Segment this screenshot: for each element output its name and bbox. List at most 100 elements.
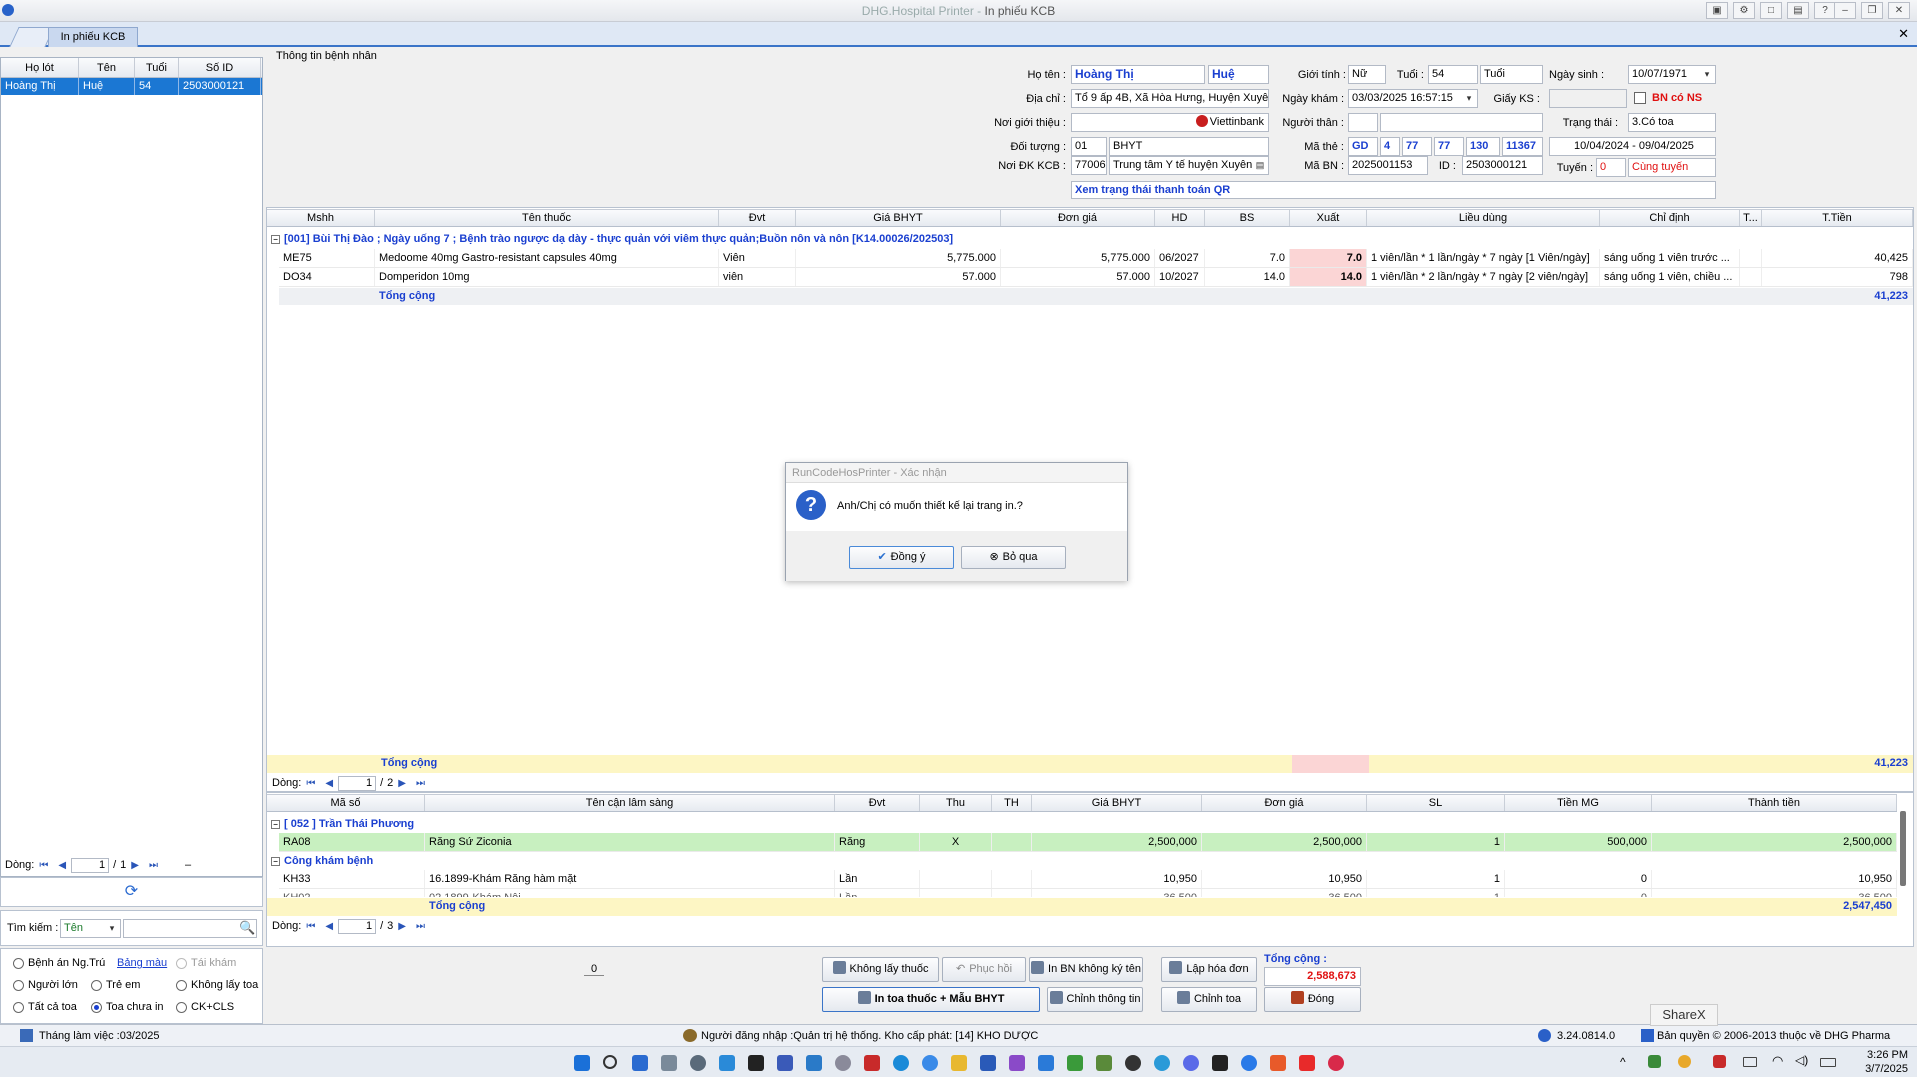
volume-icon[interactable]: ◁) — [1795, 1053, 1808, 1067]
cls-row[interactable]: KH33 16.1899-Khám Răng hàm mặt Lần 10,95… — [279, 870, 1897, 889]
doi-tuong-field[interactable]: BHYT — [1109, 137, 1269, 156]
task-app-icon[interactable] — [661, 1055, 677, 1071]
trang-thai-field[interactable]: 3.Có toa — [1628, 113, 1716, 132]
folder-icon[interactable] — [951, 1055, 967, 1071]
in-toa-thuoc-button[interactable]: In toa thuốc + Mẫu BHYT — [822, 987, 1040, 1012]
id-field[interactable]: 2503000121 — [1462, 156, 1543, 175]
color-legend-link[interactable]: Bảng màu — [117, 957, 167, 969]
last-page-icon[interactable]: ⏭ — [149, 860, 158, 871]
search-by-select[interactable]: Tên ▾ — [60, 919, 121, 938]
task-app-icon[interactable] — [1096, 1055, 1112, 1071]
radio-tat-ca-toa[interactable]: Tất cả toa — [13, 1001, 77, 1013]
task-app-icon[interactable] — [1212, 1055, 1228, 1071]
youtube-icon[interactable] — [1299, 1055, 1315, 1071]
cancel-button[interactable]: ⊗ Bỏ qua — [961, 546, 1066, 569]
toolbar-icon-3[interactable]: □ — [1760, 2, 1782, 19]
page-input[interactable]: 1 — [338, 775, 377, 791]
the-han-field[interactable]: 10/04/2024 - 09/04/2025 — [1549, 137, 1716, 156]
chinh-toa-button[interactable]: Chỉnh toa — [1161, 987, 1257, 1012]
ngay-kham-field[interactable]: 03/03/2025 16:57:15 ▾ — [1348, 89, 1478, 108]
phuc-hoi-button[interactable]: ↶ Phục hồi — [942, 957, 1026, 982]
nguoi-than-code-field[interactable] — [1348, 113, 1378, 132]
edge-icon[interactable] — [893, 1055, 909, 1071]
drug-row[interactable]: DO34 Domperidon 10mg viên 57.000 57.000 … — [279, 268, 1913, 287]
tuyen-code-field[interactable]: 0 — [1596, 158, 1626, 177]
ma-the-3[interactable]: 77 — [1402, 137, 1432, 156]
visual-studio-icon[interactable] — [1009, 1055, 1025, 1071]
refresh-icon[interactable]: ⟳ — [0, 877, 263, 907]
cls-row-partial[interactable]: KH02 02.1899-Khám Nội Lần 36,500 36,500 … — [279, 889, 1897, 897]
tray-icon[interactable] — [1648, 1055, 1661, 1068]
keyboard-icon[interactable] — [1743, 1057, 1757, 1067]
cls-group-row[interactable]: − Công khám bệnh — [267, 852, 1897, 870]
giay-ks-field[interactable] — [1549, 89, 1627, 108]
radio-khong-lay-toa[interactable]: Không lấy toa — [176, 979, 258, 991]
zalo-icon[interactable] — [1241, 1055, 1257, 1071]
first-page-icon[interactable]: ⏮ — [306, 921, 315, 932]
task-app-icon[interactable] — [1125, 1055, 1141, 1071]
discord-icon[interactable] — [1183, 1055, 1199, 1071]
page-input[interactable]: 1 — [71, 857, 110, 873]
prev-page-icon[interactable]: ◀ — [325, 921, 333, 932]
col-tuoi[interactable]: Tuổi — [135, 58, 179, 77]
lap-hoa-don-button[interactable]: Lập hóa đơn — [1161, 957, 1257, 982]
start-icon[interactable] — [574, 1055, 590, 1071]
col-ten[interactable]: Tên — [79, 58, 135, 77]
close-tab-icon[interactable]: ✕ — [1898, 26, 1909, 42]
bn-co-ns-checkbox[interactable] — [1634, 92, 1646, 104]
task-app-icon[interactable] — [632, 1055, 648, 1071]
task-app-icon[interactable] — [864, 1055, 880, 1071]
dia-chi-field[interactable]: Tổ 9 ấp 4B, Xã Hòa Hưng, Huyện Xuyên — [1071, 89, 1269, 108]
ma-the-2[interactable]: 4 — [1380, 137, 1400, 156]
browser-icon[interactable] — [922, 1055, 938, 1071]
nguoi-than-field[interactable] — [1380, 113, 1543, 132]
col-so-id[interactable]: Số ID — [179, 58, 261, 77]
radio-toa-chua-in[interactable]: Toa chưa in — [91, 1001, 164, 1013]
task-app-icon[interactable] — [835, 1055, 851, 1071]
last-page-icon[interactable]: ⏭ — [416, 778, 425, 789]
doi-tuong-code-field[interactable]: 01 — [1071, 137, 1107, 156]
radio-tai-kham[interactable]: Tái khám — [176, 957, 236, 969]
prev-page-icon[interactable]: ◀ — [58, 860, 66, 871]
next-page-icon[interactable]: ▶ — [398, 921, 406, 932]
khong-lay-thuoc-button[interactable]: Không lấy thuốc — [822, 957, 939, 982]
tuoi-field[interactable]: 54 — [1428, 65, 1478, 84]
radio-ck-cls[interactable]: CK+CLS — [176, 1001, 234, 1013]
page-input[interactable]: 1 — [338, 918, 377, 934]
col-ho-lot[interactable]: Họ lót — [1, 58, 79, 77]
tuoi-unit-field[interactable]: Tuổi — [1480, 65, 1543, 84]
ho-field[interactable]: Hoàng Thị — [1071, 65, 1205, 84]
close-window-icon[interactable]: ✕ — [1888, 2, 1910, 19]
task-app-icon[interactable] — [777, 1055, 793, 1071]
radio-benh-an[interactable]: Bệnh án Ng.Trú — [13, 957, 105, 969]
noi-dk-field[interactable]: Trung tâm Y tế huyện Xuyên ▤ — [1109, 156, 1269, 175]
qr-status-link[interactable]: Xem trạng thái thanh toán QR — [1071, 181, 1716, 199]
gioi-tinh-field[interactable]: Nữ — [1348, 65, 1386, 84]
tab-in-phieu-kcb[interactable]: In phiếu KCB — [48, 27, 138, 47]
drug-row[interactable]: ME75 Medoome 40mg Gastro-resistant capsu… — [279, 249, 1913, 268]
toolbar-icon-1[interactable]: ▣ — [1706, 2, 1728, 19]
chevron-up-icon[interactable]: ^ — [1620, 1055, 1626, 1069]
ok-button[interactable]: ✔ Đồng ý — [849, 546, 954, 569]
clock-time[interactable]: 3:26 PM — [1858, 1049, 1908, 1061]
first-page-icon[interactable]: ⏮ — [306, 778, 315, 789]
task-app-icon[interactable] — [980, 1055, 996, 1071]
patient-row[interactable]: Hoàng Thị Huệ 54 2503000121 — [1, 78, 262, 95]
radio-tre-em[interactable]: Trẻ em — [91, 979, 140, 991]
cls-row[interactable]: RA08 Răng Sứ Ziconia Răng X 2,500,000 2,… — [279, 833, 1897, 852]
prev-page-icon[interactable]: ◀ — [325, 778, 333, 789]
dong-button[interactable]: Đóng — [1264, 987, 1361, 1012]
radio-nguoi-lon[interactable]: Người lớn — [13, 979, 78, 991]
cls-scrollbar[interactable] — [1900, 811, 1906, 886]
chrome-tray-icon[interactable] — [1678, 1055, 1691, 1068]
ten-field[interactable]: Huệ — [1208, 65, 1269, 84]
last-page-icon[interactable]: ⏭ — [416, 921, 425, 932]
next-page-icon[interactable]: ▶ — [398, 778, 406, 789]
terminal-icon[interactable] — [748, 1055, 764, 1071]
wifi-icon[interactable]: ◠ — [1772, 1053, 1783, 1069]
restore-icon[interactable]: ❐ — [1861, 2, 1883, 19]
vscode-icon[interactable] — [1038, 1055, 1054, 1071]
task-app-icon[interactable] — [719, 1055, 735, 1071]
task-app-icon[interactable] — [1328, 1055, 1344, 1071]
telegram-icon[interactable] — [1154, 1055, 1170, 1071]
